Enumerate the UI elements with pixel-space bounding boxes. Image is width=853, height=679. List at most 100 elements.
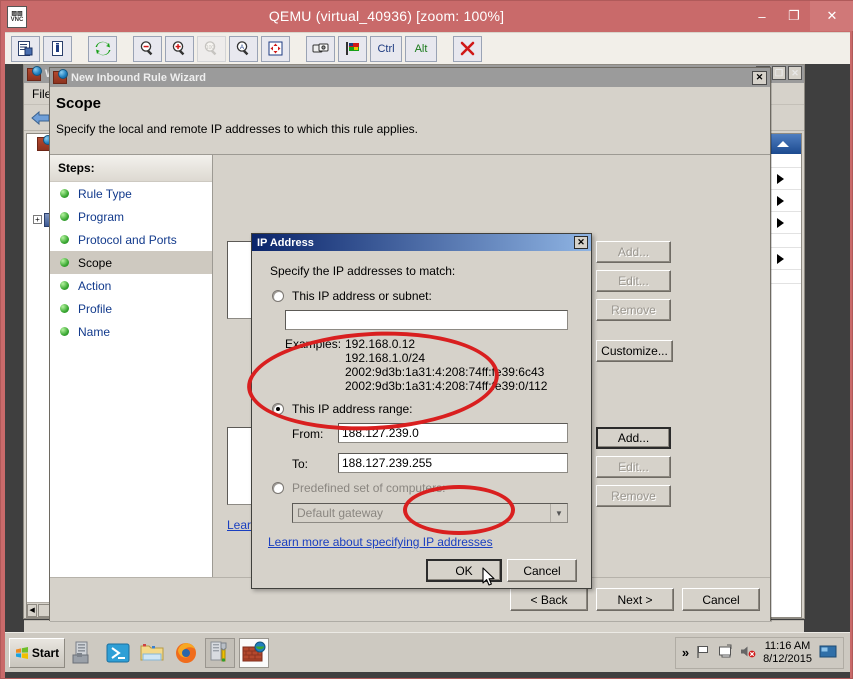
show-hidden-icons-icon[interactable]: » <box>682 645 689 660</box>
expand-icon[interactable]: + <box>33 215 42 224</box>
subnet-input[interactable] <box>285 310 568 330</box>
sidebar-item-scope[interactable]: Scope <box>50 251 212 274</box>
predefined-set-select[interactable]: Default gateway ▼ <box>292 503 568 523</box>
local-remove-button: Remove <box>596 299 671 321</box>
cancel-button[interactable]: Cancel <box>682 588 760 611</box>
vnc-title-bar: ▨▧ VNC QEMU (virtual_40936) [zoom: 100%] … <box>1 1 853 31</box>
radio-icon[interactable] <box>272 482 284 494</box>
sidebar-item-profile[interactable]: Profile <box>50 297 212 320</box>
button-label: < Back <box>530 592 568 607</box>
wizard-title-text: New Inbound Rule Wizard <box>71 71 206 84</box>
window-title: QEMU (virtual_40936) [zoom: 100%] <box>268 8 505 24</box>
refresh-icon[interactable] <box>88 35 117 62</box>
next-button[interactable]: Next > <box>596 588 674 611</box>
example-value: 192.168.0.12 <box>345 337 416 351</box>
ip-address-dialog: IP Address ✕ Specify the IP addresses to… <box>251 233 592 589</box>
wizard-title-bar: New Inbound Rule Wizard ✕ <box>50 68 770 87</box>
zoom-100-icon: 100 <box>197 35 226 62</box>
local-edit-button: Edit... <box>596 270 671 292</box>
ctrl-key-button[interactable]: Ctrl <box>370 35 402 62</box>
svg-text:A: A <box>240 45 244 51</box>
to-label: To: <box>292 457 309 471</box>
connection-info-icon[interactable] <box>43 35 72 62</box>
show-desktop-button[interactable] <box>819 644 837 662</box>
start-label: Start <box>31 645 60 660</box>
radio-this-ip-or-subnet[interactable]: This IP address or subnet: <box>272 289 432 303</box>
new-connection-icon[interactable] <box>11 35 40 62</box>
button-label: Cancel <box>523 563 561 578</box>
button-label: Edit... <box>618 274 649 288</box>
button-label: Add... <box>617 245 650 259</box>
radio-predefined-set[interactable]: Predefined set of computers: <box>272 481 445 495</box>
minimize-button[interactable]: – <box>746 1 778 31</box>
file-explorer-icon[interactable] <box>137 638 167 668</box>
zoom-fit-icon[interactable]: A <box>229 35 258 62</box>
volume-muted-icon[interactable] <box>740 644 756 662</box>
step-label: Action <box>78 278 112 293</box>
ip-cancel-button[interactable]: Cancel <box>507 559 577 582</box>
example-value: 2002:9d3b:1a31:4:208:74ff:fe39:6c43 <box>345 365 545 379</box>
admin-tools-icon[interactable] <box>205 637 235 668</box>
network-icon[interactable] <box>718 644 733 662</box>
page-title: Scope <box>56 95 102 112</box>
learn-more-ip-link[interactable]: Learn more about specifying IP addresses <box>268 535 493 549</box>
remote-add-button[interactable]: Add... <box>596 427 671 449</box>
sidebar-item-name[interactable]: Name <box>50 320 212 343</box>
button-label: Edit... <box>618 460 649 474</box>
remote-edit-button: Edit... <box>596 456 671 478</box>
wizard-header: Scope Specify the local and remote IP ad… <box>50 87 770 155</box>
zoom-out-icon[interactable] <box>133 35 162 62</box>
mmc-restore-button[interactable]: ❐ <box>772 66 786 80</box>
sidebar-item-program[interactable]: Program <box>50 205 212 228</box>
radio-icon[interactable] <box>272 290 284 302</box>
customize-button[interactable]: Customize... <box>596 340 673 362</box>
fullscreen-icon[interactable] <box>261 35 290 62</box>
ip-dialog-title-text: IP Address <box>257 236 314 249</box>
close-button[interactable]: ✕ <box>810 1 853 31</box>
step-bullet-icon <box>60 235 69 244</box>
server-manager-icon[interactable] <box>69 638 99 668</box>
windows-firewall-icon[interactable] <box>239 637 269 668</box>
example-value: 192.168.1.0/24 <box>345 351 426 365</box>
start-button[interactable]: Start <box>9 637 65 668</box>
flag-action-center-icon[interactable] <box>696 644 711 662</box>
example-value: 2002:9d3b:1a31:4:208:74ff:fe39:0/112 <box>345 379 548 393</box>
radio-this-ip-range[interactable]: This IP address range: <box>272 402 413 416</box>
screenshot-icon[interactable] <box>306 35 335 62</box>
step-bullet-icon <box>60 212 69 221</box>
step-bullet-icon <box>60 258 69 267</box>
wizard-close-button[interactable]: ✕ <box>752 70 767 85</box>
remote-remove-button: Remove <box>596 485 671 507</box>
back-button[interactable]: < Back <box>510 588 588 611</box>
button-label: Next > <box>617 592 653 607</box>
chevron-up-icon <box>777 141 789 147</box>
sidebar-item-rule-type[interactable]: Rule Type <box>50 182 212 205</box>
sidebar-item-action[interactable]: Action <box>50 274 212 297</box>
firefox-icon[interactable] <box>171 638 201 668</box>
from-label: From: <box>292 427 324 441</box>
desktop-edge-strip <box>5 672 850 678</box>
alt-key-button[interactable]: Alt <box>405 35 437 62</box>
chevron-down-icon[interactable]: ▼ <box>550 504 567 522</box>
ip-dialog-close-button[interactable]: ✕ <box>574 236 588 249</box>
radio-icon[interactable] <box>272 403 284 415</box>
zoom-in-icon[interactable] <box>165 35 194 62</box>
local-add-button: Add... <box>596 241 671 263</box>
button-label: Remove <box>611 303 656 317</box>
ip-dialog-title-bar: IP Address ✕ <box>252 234 591 251</box>
firewall-icon <box>27 65 42 81</box>
disconnect-icon[interactable] <box>453 35 482 62</box>
ok-button[interactable]: OK <box>426 559 502 582</box>
to-input[interactable]: 188.127.239.255 <box>338 453 568 473</box>
maximize-button[interactable]: ❐ <box>778 1 810 31</box>
scroll-left-arrow-icon[interactable]: ◀ <box>27 603 38 617</box>
button-label: Customize... <box>601 344 668 358</box>
step-label: Program <box>78 209 125 224</box>
send-keys-icon[interactable] <box>338 35 367 62</box>
guest-desktop: Wind _ ❐ ✕ File A <box>5 64 850 674</box>
clock[interactable]: 11:16 AM 8/12/2015 <box>763 640 812 666</box>
sidebar-item-protocol-and-ports[interactable]: Protocol and Ports <box>50 228 212 251</box>
from-input[interactable]: 188.127.239.0 <box>338 423 568 443</box>
powershell-icon[interactable] <box>103 638 133 668</box>
mmc-close-button[interactable]: ✕ <box>788 66 802 80</box>
